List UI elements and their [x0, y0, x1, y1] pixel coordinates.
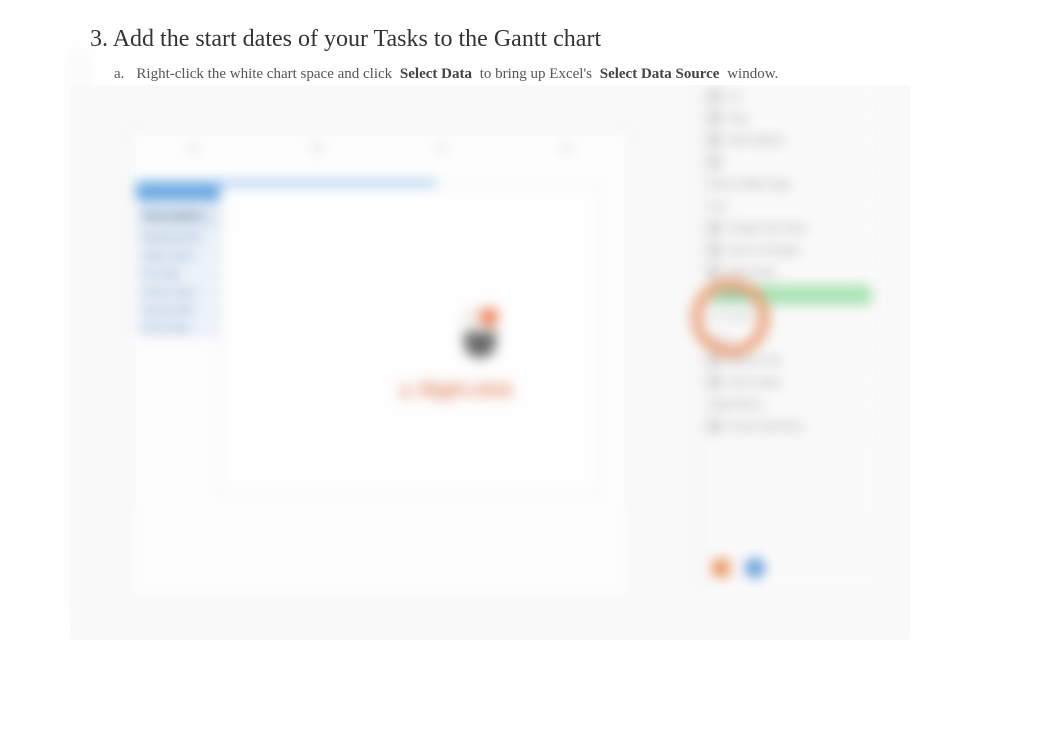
menu-item-format: Format Chart Area... — [701, 415, 880, 437]
cut-icon — [707, 89, 721, 103]
bottom-icon-row — [711, 558, 765, 578]
orange-circle-icon — [711, 558, 731, 578]
blue-circle-icon — [745, 558, 765, 578]
format-icon — [707, 419, 721, 433]
menu-item-change-chart: Change Chart Type... — [701, 217, 880, 239]
menu-item-paste: Paste Options: — [701, 129, 880, 151]
menu-item-save-template: Save as Template... — [701, 239, 880, 261]
section-heading: 3. Add the start dates of your Tasks to … — [90, 26, 601, 53]
right-click-annotation: a. Right-click — [400, 380, 512, 401]
context-menu-panel: Cut Copy Paste Options: Reset to Match S… — [700, 85, 880, 590]
text-part-1: Right-click the white chart space and cl… — [136, 66, 392, 82]
tutorial-screenshot: A B C D Description Start Date Marketing… — [70, 85, 910, 640]
select-data-circle-annotation — [693, 280, 768, 355]
col-a: A — [131, 141, 256, 161]
front-icon — [707, 353, 721, 367]
text-part-2: to bring up Excel's — [480, 66, 592, 82]
header-description: Description — [144, 210, 205, 226]
col-b: B — [256, 141, 381, 161]
menu-item-macro: Assign Macro... — [701, 393, 880, 415]
back-icon — [707, 375, 721, 389]
col-d: D — [505, 141, 630, 161]
menu-item-font: Font... — [701, 195, 880, 217]
template-icon — [707, 243, 721, 257]
highlight-extension — [757, 285, 872, 305]
paste-icon — [707, 133, 721, 147]
menu-item-reset: Reset to Match Style — [701, 173, 880, 195]
menu-item-copy: Copy — [701, 107, 880, 129]
column-headers: A B C D — [131, 141, 629, 161]
bold-select-data-source: Select Data Source — [600, 66, 720, 82]
mouse-right-button-highlight — [480, 308, 498, 326]
heading-number: 3. — [90, 26, 108, 52]
mouse-body — [464, 310, 496, 358]
empty-chart-area — [220, 185, 600, 495]
col-c: C — [380, 141, 505, 161]
mouse-icon — [460, 310, 500, 370]
bold-select-data: Select Data — [400, 66, 472, 82]
substep-text: Right-click the white chart space and cl… — [136, 66, 778, 83]
blurred-excel-content: A B C D Description Start Date Marketing… — [70, 85, 910, 640]
generic-icon — [707, 155, 721, 169]
chart-icon — [707, 221, 721, 235]
text-part-3: window. — [727, 66, 778, 82]
substep-letter: a. — [114, 66, 124, 83]
copy-icon — [707, 111, 721, 125]
heading-text: Add the start dates of your Tasks to the… — [113, 26, 601, 52]
substep-line: a. Right-click the white chart space and… — [114, 66, 778, 83]
menu-item-back: Send to Back — [701, 371, 880, 393]
menu-item — [701, 151, 880, 173]
select-data-icon — [707, 265, 721, 279]
menu-item-cut: Cut — [701, 85, 880, 107]
